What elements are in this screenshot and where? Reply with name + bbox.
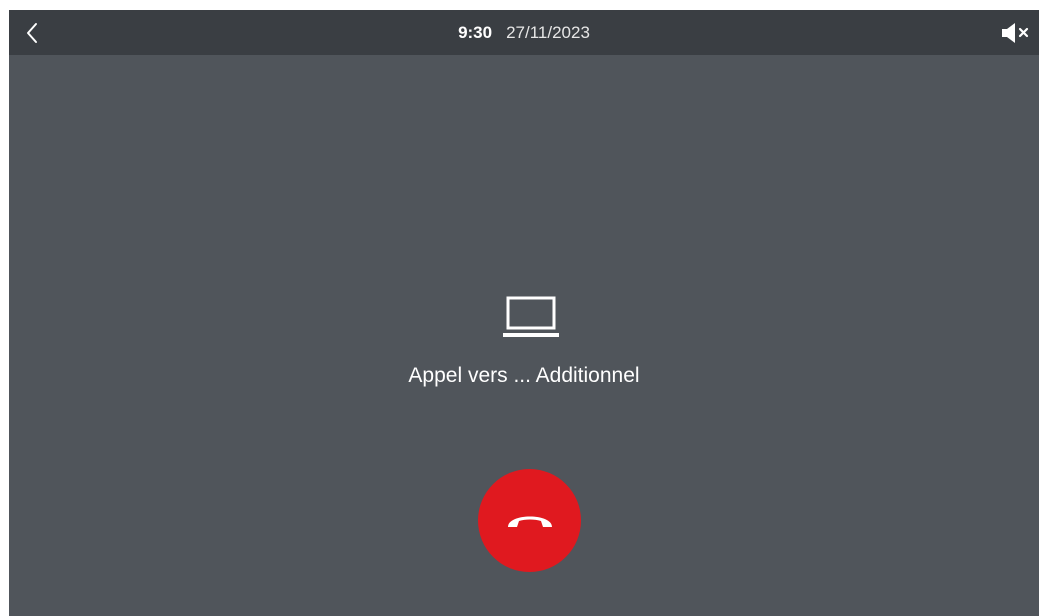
status-clock: 9:30 27/11/2023 <box>9 10 1039 55</box>
status-date: 27/11/2023 <box>506 22 590 42</box>
call-status-label: Appel vers ... Additionnel <box>408 364 640 387</box>
status-time: 9:30 <box>458 22 493 42</box>
speaker-muted-icon <box>1002 23 1029 43</box>
top-bar: 9:30 27/11/2023 <box>9 10 1039 55</box>
monitor-icon <box>503 296 559 337</box>
intercom-screen: 9:30 27/11/2023 Appel vers ... Additionn… <box>9 10 1039 616</box>
hangup-button[interactable] <box>478 469 581 572</box>
mute-button[interactable] <box>999 18 1033 48</box>
phone-hangup-icon <box>507 516 552 527</box>
